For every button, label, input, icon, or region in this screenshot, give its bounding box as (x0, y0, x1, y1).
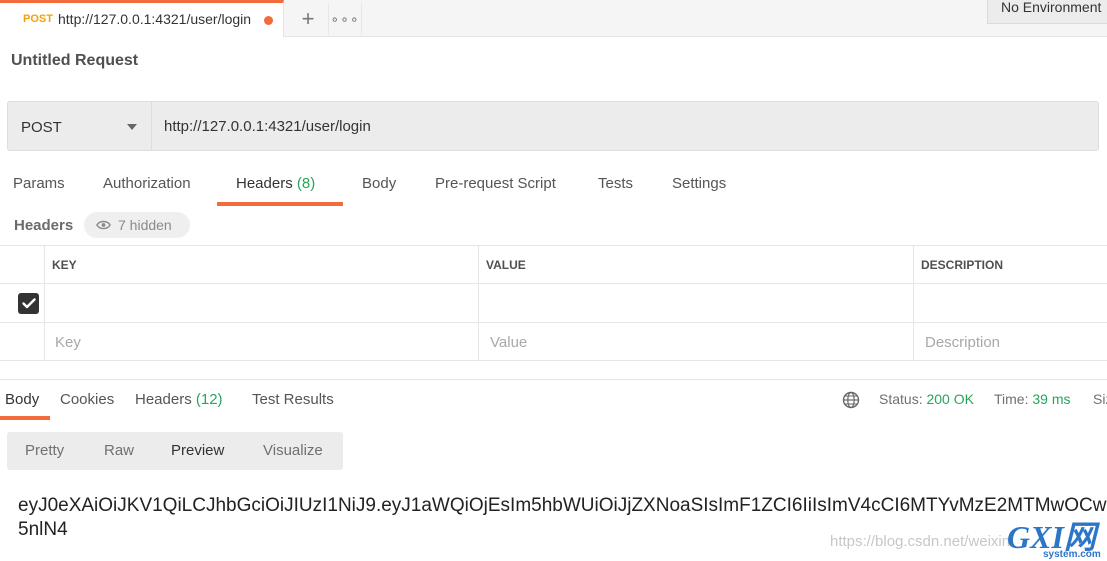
active-tab-indicator (217, 202, 343, 206)
response-size: Size (1093, 391, 1107, 407)
response-tab-body[interactable]: Body (5, 391, 39, 408)
tab-authorization[interactable]: Authorization (103, 175, 191, 192)
response-tab-headers-label: Headers (135, 391, 192, 408)
tab-settings[interactable]: Settings (672, 175, 726, 192)
view-visualize[interactable]: Visualize (263, 442, 323, 459)
new-key-input[interactable] (53, 329, 473, 355)
column-description: DESCRIPTION (921, 258, 1004, 272)
check-icon (21, 298, 36, 309)
eye-icon (96, 220, 111, 230)
logo-sub: system.com (1043, 549, 1101, 560)
tab-headers-label: Headers (236, 175, 293, 192)
hidden-headers-toggle[interactable]: 7 hidden (84, 212, 190, 238)
method-value: POST (21, 119, 62, 136)
method-select[interactable]: POST (7, 101, 151, 151)
response-tab-headers[interactable]: Headers (12) (135, 391, 223, 408)
table-row (0, 284, 1107, 323)
tab-params[interactable]: Params (13, 175, 65, 192)
response-tab-test-results[interactable]: Test Results (252, 391, 334, 408)
status-value[interactable]: 200 OK (926, 391, 973, 407)
row-enabled-checkbox[interactable] (18, 293, 39, 314)
new-description-input[interactable] (923, 329, 1103, 355)
view-mode-selector: Pretty Raw Preview Visualize (7, 432, 343, 470)
time-value[interactable]: 39 ms (1032, 391, 1070, 407)
tab-method: POST (23, 13, 53, 25)
view-pretty[interactable]: Pretty (25, 442, 64, 459)
response-status: Status: 200 OK (879, 391, 974, 407)
view-preview[interactable]: Preview (171, 442, 224, 459)
globe-icon[interactable] (842, 391, 860, 409)
column-value: VALUE (486, 258, 526, 272)
response-headers-count: (12) (195, 391, 223, 408)
new-value-input[interactable] (488, 329, 908, 355)
hidden-headers-count: 7 hidden (118, 217, 172, 233)
tab-url: http://127.0.0.1:4321/user/login (58, 11, 252, 27)
more-tabs-button[interactable]: ∘∘∘ (328, 3, 362, 35)
view-raw[interactable]: Raw (104, 442, 134, 459)
table-header-row: KEY VALUE DESCRIPTION (0, 245, 1107, 284)
response-time: Time: 39 ms (994, 391, 1071, 407)
column-key: KEY (52, 258, 77, 272)
chevron-down-icon (127, 124, 137, 130)
response-tab-cookies[interactable]: Cookies (60, 391, 114, 408)
time-label: Time: (994, 391, 1029, 407)
headers-section-label: Headers (14, 217, 74, 234)
active-response-tab-indicator (0, 416, 50, 420)
tab-body[interactable]: Body (362, 175, 396, 192)
tab-tests[interactable]: Tests (598, 175, 633, 192)
tab-headers[interactable]: Headers (8) (236, 175, 315, 192)
tab-prerequest-script[interactable]: Pre-request Script (435, 175, 556, 192)
url-input[interactable] (151, 101, 1099, 151)
postman-window: POST http://127.0.0.1:4321/user/login + … (0, 0, 1107, 561)
request-tabs: Params Authorization Headers (8) Body Pr… (0, 165, 1107, 207)
environment-select[interactable]: No Environment (987, 0, 1107, 24)
request-tab[interactable]: POST http://127.0.0.1:4321/user/login (0, 0, 284, 37)
site-logo: GXI网 system.com (1007, 519, 1101, 560)
status-label: Status: (879, 391, 923, 407)
table-row (0, 323, 1107, 361)
watermark: https://blog.csdn.net/weixin (830, 533, 1011, 550)
size-label: Size (1093, 391, 1107, 407)
unsaved-dot-icon (264, 16, 273, 25)
response-body-line: eyJ0eXAiOiJKV1QiLCJhbGciOiJIUzI1NiJ9.eyJ… (18, 495, 1107, 516)
tab-bar: POST http://127.0.0.1:4321/user/login + … (0, 0, 1107, 37)
new-tab-button[interactable]: + (290, 3, 326, 35)
tab-headers-count: (8) (296, 175, 316, 192)
request-title[interactable]: Untitled Request (11, 52, 138, 70)
